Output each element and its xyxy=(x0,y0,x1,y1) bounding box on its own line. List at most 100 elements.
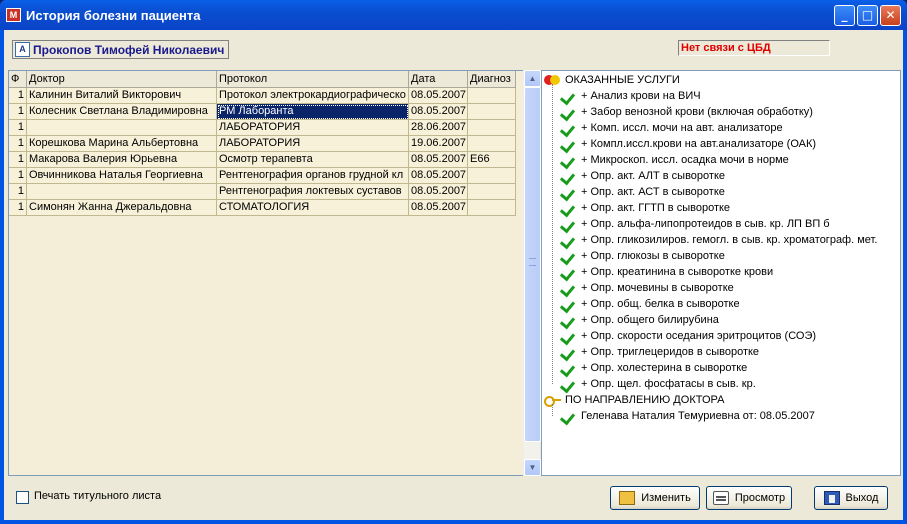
table-cell[interactable] xyxy=(468,136,516,152)
tree-item-service[interactable]: + Опр. триглецеридов в сыворотке xyxy=(560,344,759,360)
table-cell[interactable]: Корешкова Марина Альбертовна xyxy=(27,136,217,152)
table-cell[interactable]: Осмотр терапевта xyxy=(217,152,409,168)
exit-button[interactable]: Выход xyxy=(814,486,888,510)
view-button-label: Просмотр xyxy=(734,492,786,504)
table-cell[interactable]: 1 xyxy=(9,200,27,216)
table-row[interactable]: 1 Рентгенография локтевых суставов 08.05.2… xyxy=(9,184,516,200)
tree-item-service[interactable]: + Опр. общ. белка в сыворотке xyxy=(560,296,740,312)
tree-item-service[interactable]: + Опр. холестерина в сыворотке xyxy=(560,360,747,376)
table-cell[interactable]: 1 xyxy=(9,184,27,200)
title-bar[interactable]: M История болезни пациента _ □ ✕ xyxy=(0,0,907,30)
table-cell[interactable]: Макарова Валерия Юрьевна xyxy=(27,152,217,168)
tree-node-label: + Опр. общего билирубина xyxy=(581,314,719,326)
patient-card-icon: A xyxy=(15,42,30,57)
table-cell[interactable]: 1 xyxy=(9,120,27,136)
table-row[interactable]: 1 Калинин Виталий Викторович Протокол элек… xyxy=(9,88,516,104)
table-cell[interactable]: 28.06.2007 xyxy=(409,120,468,136)
services-tree[interactable]: ОКАЗАННЫЕ УСЛУГИ + Анализ крови на ВИЧ + З… xyxy=(541,70,901,476)
table-cell[interactable]: Рентгенография органов грудной кл xyxy=(217,168,409,184)
tree-item-service[interactable]: + Опр. акт. АСТ в сыворотке xyxy=(560,184,725,200)
scroll-thumb[interactable] xyxy=(524,87,541,442)
tree-item-service[interactable]: + Опр. альфа-липопротеидов в сыв. кр. ЛП… xyxy=(560,216,830,232)
edit-button[interactable]: Изменить xyxy=(610,486,700,510)
maximize-button[interactable]: □ xyxy=(857,5,878,26)
column-header[interactable]: Доктор xyxy=(27,71,217,88)
tree-item-service[interactable]: + Опр. гликозилиров. гемогл. в сыв. кр. … xyxy=(560,232,877,248)
app-icon: M xyxy=(6,8,21,22)
print-title-checkbox[interactable] xyxy=(16,491,29,504)
table-cell[interactable]: 08.05.2007 xyxy=(409,200,468,216)
check-icon xyxy=(560,330,577,343)
table-cell[interactable]: 08.05.2007 xyxy=(409,168,468,184)
table-cell[interactable] xyxy=(468,184,516,200)
table-cell[interactable]: 1 xyxy=(9,104,27,120)
table-cell[interactable] xyxy=(468,200,516,216)
tree-item-service[interactable]: + Забор венозной крови (включая обработк… xyxy=(560,104,813,120)
table-cell[interactable]: Колесник Светлана Владимировна xyxy=(27,104,217,120)
table-cell[interactable] xyxy=(468,168,516,184)
table-cell[interactable]: 1 xyxy=(9,168,27,184)
table-row[interactable]: 1 Колесник Светлана Владимировна РМ Лабора… xyxy=(9,104,516,120)
tree-item-service[interactable]: + Опр. мочевины в сыворотке xyxy=(560,280,734,296)
scroll-up-arrow-icon[interactable]: ▲ xyxy=(524,70,541,87)
tree-item-service[interactable]: + Микроскоп. иссл. осадка мочи в норме xyxy=(560,152,789,168)
tree-item-service[interactable]: + Опр. скорости оседания эритроцитов (СО… xyxy=(560,328,816,344)
tree-node-label: + Забор венозной крови (включая обработк… xyxy=(581,106,813,118)
tree-item-service[interactable]: + Опр. акт. АЛТ в сыворотке xyxy=(560,168,725,184)
tree-item-service[interactable]: + Опр. щел. фосфатаcы в сыв. кр. xyxy=(560,376,756,392)
tree-group-services[interactable]: ОКАЗАННЫЕ УСЛУГИ xyxy=(544,72,680,88)
grid-vertical-scrollbar[interactable]: ▲ ▼ xyxy=(523,70,541,476)
table-cell[interactable]: 1 xyxy=(9,152,27,168)
tree-item-referral[interactable]: Геленава Наталия Темуриевна от: 08.05.20… xyxy=(560,408,815,424)
column-header[interactable]: Дата xyxy=(409,71,468,88)
table-row[interactable]: 1 Овчинникова Наталья Георгиевна Рентгеног… xyxy=(9,168,516,184)
tree-item-service[interactable]: + Компл.иссл.крови на авт.анализаторе (О… xyxy=(560,136,816,152)
check-icon xyxy=(560,234,577,247)
tree-item-service[interactable]: + Опр. глюкозы в сыворотке xyxy=(560,248,725,264)
table-cell[interactable]: ЛАБОРАТОРИЯ xyxy=(217,120,409,136)
tree-node-label: + Опр. альфа-липопротеидов в сыв. кр. ЛП… xyxy=(581,218,830,230)
close-button[interactable]: ✕ xyxy=(880,5,901,26)
tree-node-label: + Опр. триглецеридов в сыворотке xyxy=(581,346,760,358)
table-cell[interactable]: ЛАБОРАТОРИЯ xyxy=(217,136,409,152)
check-icon xyxy=(560,154,577,167)
table-row[interactable]: 1 Корешкова Марина Альбертовна ЛАБОРАТОРИЯ… xyxy=(9,136,516,152)
table-row[interactable]: 1 ЛАБОРАТОРИЯ 28.06.2007 xyxy=(9,120,516,136)
view-button[interactable]: Просмотр xyxy=(706,486,792,510)
tree-group-referrals[interactable]: ПО НАПРАВЛЕНИЮ ДОКТОРА xyxy=(544,392,724,408)
table-cell[interactable]: Калинин Виталий Викторович xyxy=(27,88,217,104)
tree-item-service[interactable]: + Комп. иссл. мочи на авт. анализаторе xyxy=(560,120,783,136)
column-header[interactable]: Диагноз xyxy=(468,71,516,88)
table-cell[interactable]: 1 xyxy=(9,88,27,104)
tree-node-label: + Комп. иссл. мочи на авт. анализаторе xyxy=(581,122,783,134)
tree-item-service[interactable]: + Опр. креатинина в сыворотке крови xyxy=(560,264,773,280)
table-cell[interactable] xyxy=(468,120,516,136)
table-row[interactable]: 1 Макарова Валерия Юрьевна Осмотр терапевт… xyxy=(9,152,516,168)
table-cell[interactable] xyxy=(27,184,217,200)
tree-item-service[interactable]: + Опр. общего билирубина xyxy=(560,312,719,328)
table-cell[interactable]: Протокол электрокардиографическо xyxy=(217,88,409,104)
table-cell[interactable] xyxy=(27,120,217,136)
table-cell[interactable]: СТОМАТОЛОГИЯ xyxy=(217,200,409,216)
table-cell[interactable]: E66 xyxy=(468,152,516,168)
table-cell[interactable]: 08.05.2007 xyxy=(409,104,468,120)
table-cell[interactable]: 19.06.2007 xyxy=(409,136,468,152)
tree-item-service[interactable]: + Анализ крови на ВИЧ xyxy=(560,88,701,104)
table-cell[interactable]: 08.05.2007 xyxy=(409,184,468,200)
table-cell[interactable] xyxy=(468,88,516,104)
table-cell[interactable]: 08.05.2007 xyxy=(409,88,468,104)
scroll-down-arrow-icon[interactable]: ▼ xyxy=(524,459,541,476)
table-cell[interactable]: Симонян Жанна Джеральдовна xyxy=(27,200,217,216)
table-row[interactable]: 1 Симонян Жанна Джеральдовна СТОМАТОЛОГИЯ 0… xyxy=(9,200,516,216)
table-cell[interactable]: 1 xyxy=(9,136,27,152)
table-cell[interactable]: 08.05.2007 xyxy=(409,152,468,168)
column-header[interactable]: Протокол xyxy=(217,71,409,88)
protocols-grid[interactable]: Ф Доктор Протокол Дата Диагноз 1 Калинин Вита… xyxy=(8,70,539,476)
table-cell[interactable]: РМ Лаборанта xyxy=(217,104,409,120)
table-cell[interactable]: Овчинникова Наталья Георгиевна xyxy=(27,168,217,184)
table-cell[interactable] xyxy=(468,104,516,120)
column-header[interactable]: Ф xyxy=(9,71,27,88)
minimize-button[interactable]: _ xyxy=(834,5,855,26)
tree-item-service[interactable]: + Опр. акт. ГГТП в сыворотке xyxy=(560,200,730,216)
table-cell[interactable]: Рентгенография локтевых суставов xyxy=(217,184,409,200)
